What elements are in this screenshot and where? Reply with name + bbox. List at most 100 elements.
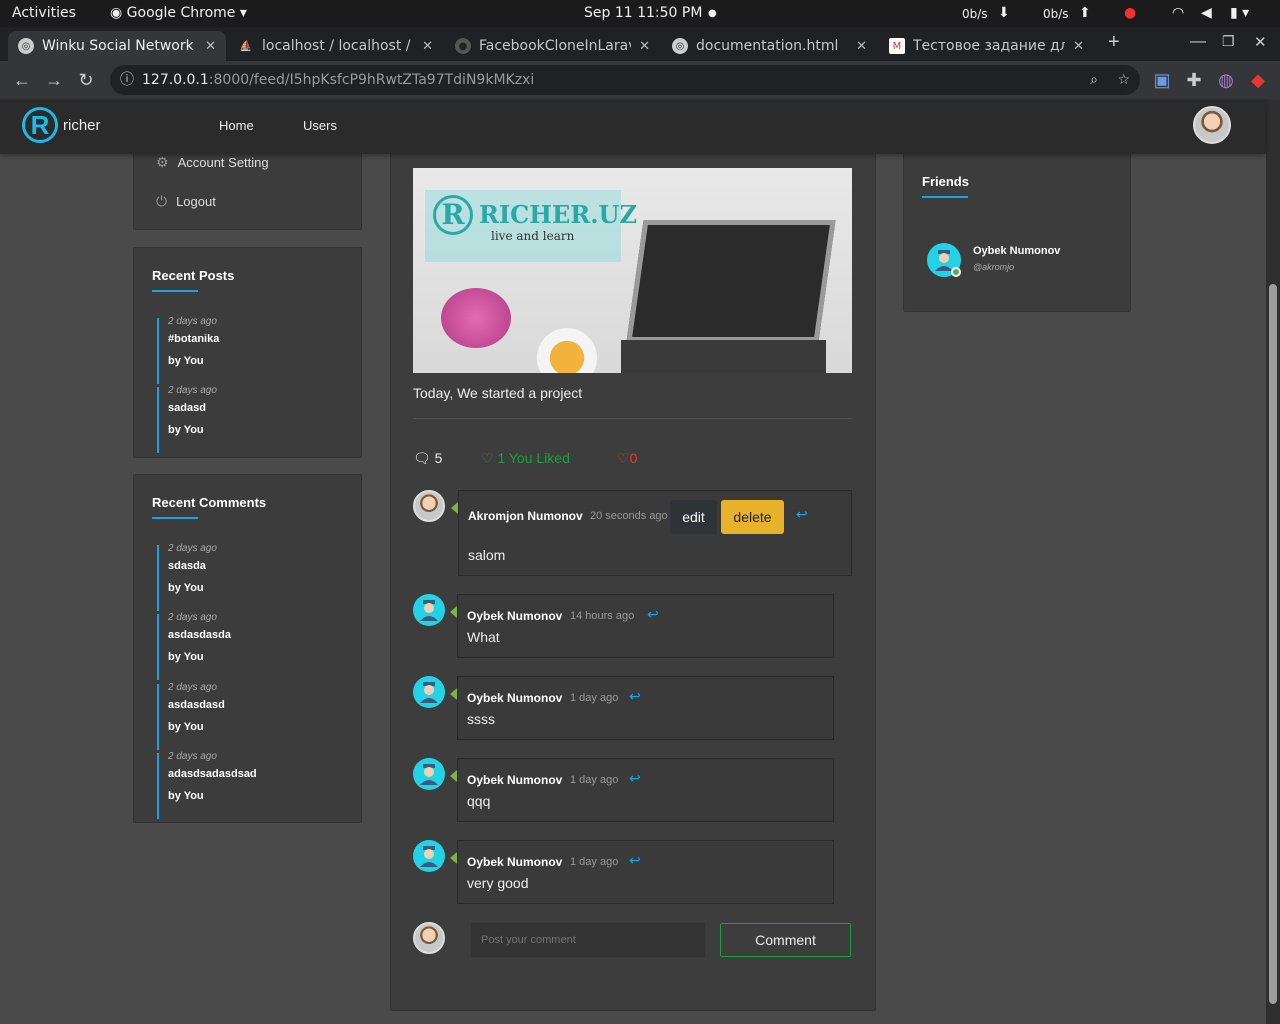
nav-users[interactable]: Users <box>303 118 337 133</box>
item-title[interactable]: asdasdasd <box>168 699 225 711</box>
indicator-icon[interactable]: ● <box>1124 5 1136 21</box>
window-close-icon[interactable]: ✕ <box>1254 33 1267 51</box>
post-image[interactable]: R RICHER.UZ live and learn <box>413 168 852 373</box>
forward-icon[interactable]: → <box>42 68 66 92</box>
recent-comment-item[interactable]: 2 days ago adasdsadasdsad by You <box>157 751 257 819</box>
minimize-icon[interactable]: — <box>1190 33 1206 51</box>
item-author: by You <box>168 721 204 733</box>
item-title[interactable]: sadasd <box>168 402 217 414</box>
edit-button[interactable]: edit <box>670 500 717 534</box>
comment-submit-button[interactable]: Comment <box>720 923 851 957</box>
page-scrollbar[interactable] <box>1266 99 1280 1024</box>
comment-avatar[interactable] <box>413 758 445 790</box>
close-icon[interactable]: ✕ <box>422 39 433 54</box>
comment-time: 1 day ago <box>570 774 619 786</box>
wifi-icon[interactable]: ◠ <box>1172 5 1184 21</box>
dislike-button[interactable]: ♡0 <box>617 450 637 467</box>
broken-heart-icon: ♡ <box>617 450 630 466</box>
user-icon <box>935 250 953 271</box>
laptop-keyboard <box>621 340 826 373</box>
logo-text[interactable]: richer <box>63 117 101 134</box>
comment-text: What <box>467 629 500 645</box>
volume-icon[interactable]: ◀ <box>1201 5 1212 21</box>
url-host: 127.0.0.1 <box>142 72 209 88</box>
activities-button[interactable]: Activities <box>12 5 76 21</box>
friend-name[interactable]: Oybek Numonov <box>973 245 1060 257</box>
delete-button[interactable]: delete <box>721 500 784 534</box>
item-author: by You <box>168 790 204 802</box>
arrow-up-icon: ⬆ <box>1079 5 1091 21</box>
item-title[interactable]: sdasda <box>168 560 217 572</box>
comment-input[interactable] <box>470 922 706 958</box>
comment-avatar[interactable] <box>413 594 445 626</box>
item-time: 2 days ago <box>168 612 217 623</box>
reply-icon[interactable]: ↩ <box>629 688 641 705</box>
zoom-icon[interactable]: ⌕ <box>1090 65 1098 95</box>
reply-icon[interactable]: ↩ <box>629 852 641 869</box>
tab-title: localhost / localhost / l <box>262 38 415 54</box>
recent-comment-item[interactable]: 2 days ago sdasda by You <box>157 543 217 611</box>
tab-gmail[interactable]: M Тестовое задание для ✕ <box>879 31 1094 61</box>
comment-avatar[interactable] <box>413 840 445 872</box>
reply-icon[interactable]: ↩ <box>796 506 808 523</box>
logout-link[interactable]: ⏻ Logout <box>156 193 216 210</box>
comment-author[interactable]: Akromjon Numonov <box>468 509 583 523</box>
tab-winku[interactable]: ◎ Winku Social Network ✕ <box>8 31 226 61</box>
site-header: R richer Home Users <box>0 99 1266 154</box>
user-icon <box>420 764 438 785</box>
close-icon[interactable]: ✕ <box>205 39 216 54</box>
comment-time: 1 day ago <box>570 856 619 868</box>
recent-comment-item[interactable]: 2 days ago asdasdasd by You <box>157 682 225 750</box>
scrollbar-thumb[interactable] <box>1269 284 1277 1004</box>
recent-post-item[interactable]: 2 days ago #botanika by You <box>157 316 219 384</box>
comment-author[interactable]: Oybek Numonov <box>467 855 562 869</box>
tab-title: Winku Social Network <box>42 38 194 54</box>
net-down-readout: 0b/s <box>962 7 988 21</box>
comment-avatar[interactable] <box>413 490 445 522</box>
new-tab-button[interactable]: + <box>1108 31 1120 54</box>
nav-home[interactable]: Home <box>219 118 254 133</box>
reply-icon[interactable]: ↩ <box>629 770 641 787</box>
comment-avatar[interactable] <box>413 676 445 708</box>
tab-documentation[interactable]: ◎ documentation.html ✕ <box>662 31 877 61</box>
reload-icon[interactable]: ↻ <box>74 68 98 92</box>
close-icon[interactable]: ✕ <box>639 39 650 54</box>
comment-author[interactable]: Oybek Numonov <box>467 609 562 623</box>
image-logo-icon: R <box>433 195 473 235</box>
comment-author[interactable]: Oybek Numonov <box>467 691 562 705</box>
close-icon[interactable]: ✕ <box>1073 39 1084 54</box>
url-path: :8000/feed/I5hpKsfcP9hRwtZTa97TdiN9kMKzx… <box>208 72 535 88</box>
recent-post-item[interactable]: 2 days ago sadasd by You <box>157 385 217 453</box>
recent-comment-item[interactable]: 2 days ago asdasdasda by You <box>157 612 231 680</box>
menu-label: Logout <box>176 194 216 209</box>
tab-phpmyadmin[interactable]: ⛵ localhost / localhost / l ✕ <box>228 31 443 61</box>
comment-text: salom <box>468 547 506 563</box>
like-button[interactable]: ♡ 1 You Liked <box>481 450 570 467</box>
comments-counter[interactable]: 🗨 5 <box>413 450 442 467</box>
reply-icon[interactable]: ↩ <box>647 606 659 623</box>
item-title[interactable]: asdasdasda <box>168 629 231 641</box>
back-icon[interactable]: ← <box>10 68 34 92</box>
app-menu[interactable]: ◉ Google Chrome ▾ <box>110 5 247 21</box>
tab-github[interactable]: ● FacebookCloneInLarav ✕ <box>445 31 660 61</box>
item-title[interactable]: adasdsadasdsad <box>168 768 257 780</box>
clock[interactable]: Sep 11 11:50 PM <box>584 5 702 21</box>
close-icon[interactable]: ✕ <box>856 39 867 54</box>
logo-icon[interactable]: R <box>22 107 58 143</box>
browser-tab-bar: ◎ Winku Social Network ✕ ⛵ localhost / l… <box>0 27 1280 61</box>
profile-icon[interactable]: ◍ <box>1214 68 1238 92</box>
extension-red-icon[interactable]: ◆ <box>1246 68 1270 92</box>
user-avatar[interactable] <box>1193 106 1231 144</box>
translate-icon[interactable]: ▣ <box>1150 68 1174 92</box>
bookmark-star-icon[interactable]: ☆ <box>1117 65 1130 95</box>
user-icon <box>420 682 438 703</box>
address-bar[interactable]: ⓘ 127.0.0.1:8000/feed/I5hpKsfcP9hRwtZTa9… <box>110 65 1140 95</box>
divider <box>413 418 852 419</box>
comment-text: ssss <box>467 711 495 727</box>
item-title[interactable]: #botanika <box>168 333 219 345</box>
battery-icon[interactable]: ▮ ▾ <box>1230 5 1249 21</box>
extensions-icon[interactable]: ✚ <box>1182 68 1206 92</box>
comment-author[interactable]: Oybek Numonov <box>467 773 562 787</box>
restore-icon[interactable]: ❐ <box>1222 33 1235 50</box>
account-setting-link[interactable]: ⚙ Account Setting <box>156 154 269 171</box>
